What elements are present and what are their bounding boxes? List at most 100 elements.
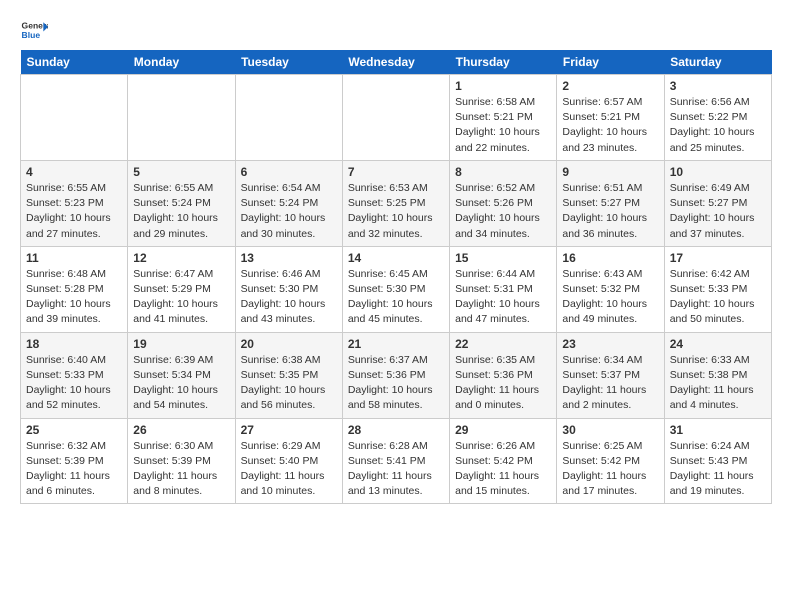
calendar-table: SundayMondayTuesdayWednesdayThursdayFrid… bbox=[20, 50, 772, 504]
day-info: Sunrise: 6:32 AM Sunset: 5:39 PM Dayligh… bbox=[26, 439, 122, 500]
day-cell bbox=[235, 75, 342, 161]
day-number: 17 bbox=[670, 251, 766, 265]
day-info: Sunrise: 6:25 AM Sunset: 5:42 PM Dayligh… bbox=[562, 439, 658, 500]
day-cell: 3 Sunrise: 6:56 AM Sunset: 5:22 PM Daylig… bbox=[664, 75, 771, 161]
header-cell-sunday: Sunday bbox=[21, 50, 128, 75]
day-info: Sunrise: 6:42 AM Sunset: 5:33 PM Dayligh… bbox=[670, 267, 766, 328]
day-cell: 22 Sunrise: 6:35 AM Sunset: 5:36 PM Dayli… bbox=[450, 332, 557, 418]
day-cell: 5Sunrise: 6:55 AM Sunset: 5:24 PM Daylig… bbox=[128, 160, 235, 246]
day-number: 11 bbox=[26, 251, 122, 265]
header: General Blue bbox=[20, 16, 772, 44]
day-cell: 11Sunrise: 6:48 AM Sunset: 5:28 PM Dayli… bbox=[21, 246, 128, 332]
day-cell: 20 Sunrise: 6:38 AM Sunset: 5:35 PM Dayli… bbox=[235, 332, 342, 418]
day-cell: 4Sunrise: 6:55 AM Sunset: 5:23 PM Daylig… bbox=[21, 160, 128, 246]
day-cell: 26 Sunrise: 6:30 AM Sunset: 5:39 PM Dayli… bbox=[128, 418, 235, 504]
logo-icon: General Blue bbox=[20, 16, 48, 44]
header-cell-thursday: Thursday bbox=[450, 50, 557, 75]
day-info: Sunrise: 6:53 AM Sunset: 5:25 PM Dayligh… bbox=[348, 181, 444, 242]
day-number: 24 bbox=[670, 337, 766, 351]
header-cell-tuesday: Tuesday bbox=[235, 50, 342, 75]
day-number: 15 bbox=[455, 251, 551, 265]
day-number: 31 bbox=[670, 423, 766, 437]
day-cell: 15 Sunrise: 6:44 AM Sunset: 5:31 PM Dayli… bbox=[450, 246, 557, 332]
header-cell-saturday: Saturday bbox=[664, 50, 771, 75]
day-number: 20 bbox=[241, 337, 337, 351]
day-cell: 24 Sunrise: 6:33 AM Sunset: 5:38 PM Dayli… bbox=[664, 332, 771, 418]
day-info: Sunrise: 6:47 AM Sunset: 5:29 PM Dayligh… bbox=[133, 267, 229, 328]
day-number: 1 bbox=[455, 79, 551, 93]
week-row-5: 25 Sunrise: 6:32 AM Sunset: 5:39 PM Dayli… bbox=[21, 418, 772, 504]
day-info: Sunrise: 6:40 AM Sunset: 5:33 PM Dayligh… bbox=[26, 353, 122, 414]
day-info: Sunrise: 6:52 AM Sunset: 5:26 PM Dayligh… bbox=[455, 181, 551, 242]
day-number: 9 bbox=[562, 165, 658, 179]
day-info: Sunrise: 6:58 AM Sunset: 5:21 PM Dayligh… bbox=[455, 95, 551, 156]
day-cell: 9Sunrise: 6:51 AM Sunset: 5:27 PM Daylig… bbox=[557, 160, 664, 246]
day-number: 28 bbox=[348, 423, 444, 437]
day-info: Sunrise: 6:28 AM Sunset: 5:41 PM Dayligh… bbox=[348, 439, 444, 500]
day-info: Sunrise: 6:43 AM Sunset: 5:32 PM Dayligh… bbox=[562, 267, 658, 328]
day-cell: 25 Sunrise: 6:32 AM Sunset: 5:39 PM Dayli… bbox=[21, 418, 128, 504]
day-cell: 30 Sunrise: 6:25 AM Sunset: 5:42 PM Dayli… bbox=[557, 418, 664, 504]
day-number: 19 bbox=[133, 337, 229, 351]
day-number: 10 bbox=[670, 165, 766, 179]
week-row-4: 18Sunrise: 6:40 AM Sunset: 5:33 PM Dayli… bbox=[21, 332, 772, 418]
day-number: 8 bbox=[455, 165, 551, 179]
day-cell: 29Sunrise: 6:26 AM Sunset: 5:42 PM Dayli… bbox=[450, 418, 557, 504]
day-number: 7 bbox=[348, 165, 444, 179]
day-info: Sunrise: 6:54 AM Sunset: 5:24 PM Dayligh… bbox=[241, 181, 337, 242]
day-cell: 2 Sunrise: 6:57 AM Sunset: 5:21 PM Daylig… bbox=[557, 75, 664, 161]
day-info: Sunrise: 6:45 AM Sunset: 5:30 PM Dayligh… bbox=[348, 267, 444, 328]
day-number: 14 bbox=[348, 251, 444, 265]
day-cell: 13Sunrise: 6:46 AM Sunset: 5:30 PM Dayli… bbox=[235, 246, 342, 332]
day-info: Sunrise: 6:49 AM Sunset: 5:27 PM Dayligh… bbox=[670, 181, 766, 242]
day-info: Sunrise: 6:34 AM Sunset: 5:37 PM Dayligh… bbox=[562, 353, 658, 414]
header-row: SundayMondayTuesdayWednesdayThursdayFrid… bbox=[21, 50, 772, 75]
day-cell: 16 Sunrise: 6:43 AM Sunset: 5:32 PM Dayli… bbox=[557, 246, 664, 332]
day-cell: 8 Sunrise: 6:52 AM Sunset: 5:26 PM Daylig… bbox=[450, 160, 557, 246]
day-cell: 12 Sunrise: 6:47 AM Sunset: 5:29 PM Dayli… bbox=[128, 246, 235, 332]
day-cell bbox=[21, 75, 128, 161]
day-info: Sunrise: 6:56 AM Sunset: 5:22 PM Dayligh… bbox=[670, 95, 766, 156]
day-number: 12 bbox=[133, 251, 229, 265]
week-row-1: 1 Sunrise: 6:58 AM Sunset: 5:21 PM Daylig… bbox=[21, 75, 772, 161]
day-info: Sunrise: 6:55 AM Sunset: 5:23 PM Dayligh… bbox=[26, 181, 122, 242]
day-cell: 21Sunrise: 6:37 AM Sunset: 5:36 PM Dayli… bbox=[342, 332, 449, 418]
day-cell: 31 Sunrise: 6:24 AM Sunset: 5:43 PM Dayli… bbox=[664, 418, 771, 504]
svg-text:Blue: Blue bbox=[22, 30, 41, 40]
day-cell: 14 Sunrise: 6:45 AM Sunset: 5:30 PM Dayli… bbox=[342, 246, 449, 332]
day-cell: 10 Sunrise: 6:49 AM Sunset: 5:27 PM Dayli… bbox=[664, 160, 771, 246]
day-info: Sunrise: 6:55 AM Sunset: 5:24 PM Dayligh… bbox=[133, 181, 229, 242]
day-cell bbox=[342, 75, 449, 161]
day-number: 16 bbox=[562, 251, 658, 265]
header-cell-friday: Friday bbox=[557, 50, 664, 75]
header-cell-monday: Monday bbox=[128, 50, 235, 75]
day-info: Sunrise: 6:33 AM Sunset: 5:38 PM Dayligh… bbox=[670, 353, 766, 414]
day-number: 26 bbox=[133, 423, 229, 437]
day-cell: 1 Sunrise: 6:58 AM Sunset: 5:21 PM Daylig… bbox=[450, 75, 557, 161]
day-cell: 18Sunrise: 6:40 AM Sunset: 5:33 PM Dayli… bbox=[21, 332, 128, 418]
day-info: Sunrise: 6:35 AM Sunset: 5:36 PM Dayligh… bbox=[455, 353, 551, 414]
logo: General Blue bbox=[20, 16, 48, 44]
day-number: 25 bbox=[26, 423, 122, 437]
day-number: 13 bbox=[241, 251, 337, 265]
day-number: 22 bbox=[455, 337, 551, 351]
week-row-3: 11Sunrise: 6:48 AM Sunset: 5:28 PM Dayli… bbox=[21, 246, 772, 332]
day-cell: 6Sunrise: 6:54 AM Sunset: 5:24 PM Daylig… bbox=[235, 160, 342, 246]
day-cell: 23Sunrise: 6:34 AM Sunset: 5:37 PM Dayli… bbox=[557, 332, 664, 418]
day-info: Sunrise: 6:44 AM Sunset: 5:31 PM Dayligh… bbox=[455, 267, 551, 328]
day-cell: 28 Sunrise: 6:28 AM Sunset: 5:41 PM Dayli… bbox=[342, 418, 449, 504]
day-info: Sunrise: 6:24 AM Sunset: 5:43 PM Dayligh… bbox=[670, 439, 766, 500]
day-number: 30 bbox=[562, 423, 658, 437]
day-info: Sunrise: 6:57 AM Sunset: 5:21 PM Dayligh… bbox=[562, 95, 658, 156]
day-cell: 27Sunrise: 6:29 AM Sunset: 5:40 PM Dayli… bbox=[235, 418, 342, 504]
day-number: 3 bbox=[670, 79, 766, 93]
header-cell-wednesday: Wednesday bbox=[342, 50, 449, 75]
day-cell: 19Sunrise: 6:39 AM Sunset: 5:34 PM Dayli… bbox=[128, 332, 235, 418]
day-cell bbox=[128, 75, 235, 161]
day-cell: 7 Sunrise: 6:53 AM Sunset: 5:25 PM Daylig… bbox=[342, 160, 449, 246]
day-info: Sunrise: 6:38 AM Sunset: 5:35 PM Dayligh… bbox=[241, 353, 337, 414]
day-cell: 17 Sunrise: 6:42 AM Sunset: 5:33 PM Dayli… bbox=[664, 246, 771, 332]
day-number: 2 bbox=[562, 79, 658, 93]
day-info: Sunrise: 6:30 AM Sunset: 5:39 PM Dayligh… bbox=[133, 439, 229, 500]
day-info: Sunrise: 6:37 AM Sunset: 5:36 PM Dayligh… bbox=[348, 353, 444, 414]
